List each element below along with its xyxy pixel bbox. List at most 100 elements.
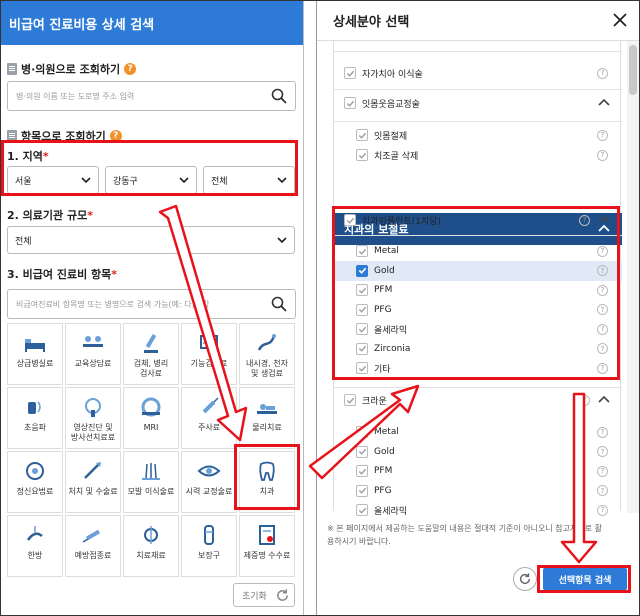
help-icon[interactable]: ? [597,304,608,315]
region-district-select[interactable]: 강동구 [105,166,197,194]
checkbox[interactable] [344,394,356,406]
required-mark: * [87,209,93,222]
hospital-search-input[interactable]: 병·의원 이름 또는 도로명 주소 입력 [7,81,296,111]
category-label: 상급병실료 [16,359,54,368]
list-item-crown[interactable]: 올세라믹? [334,500,622,520]
help-icon[interactable]: ? [597,245,608,257]
reset-button[interactable]: 초기화 [233,583,295,607]
help-icon[interactable]: ? [597,504,608,516]
treatment-search-input[interactable]: 비급여진료비 항목명 또는 병명으로 검색 가능(예: 다)도감 [7,289,296,319]
category-function-test[interactable]: 기능검사료 [181,323,237,385]
list-item-implant[interactable]: Zirconia? [334,339,622,359]
help-icon[interactable]: ? [597,343,608,354]
help-icon[interactable]: ? [597,426,608,438]
checkbox[interactable] [356,323,368,335]
category-hair[interactable]: 모발 이식술료 [123,451,179,513]
help-icon[interactable]: ? [597,265,608,276]
list-item-crown[interactable]: PFG? [334,481,622,501]
help-icon[interactable]: ? [597,362,608,374]
category-label: 정신요법료 [16,487,54,496]
category-surgery[interactable]: 처치 및 수술료 [65,451,121,513]
category-injection[interactable]: 주사료 [181,387,237,449]
scrollbar-thumb[interactable] [629,45,637,95]
help-icon[interactable]: ? [597,323,608,335]
close-icon[interactable] [611,11,629,29]
category-radiology[interactable]: 영상진단 및 방사선치료료 [65,387,121,449]
checkbox[interactable] [356,484,368,497]
region-dong-select[interactable]: 전체 [203,166,295,194]
help-icon[interactable]: ? [597,129,608,141]
list-item-label: 잇몸절제 [374,131,408,142]
checkbox[interactable] [356,303,368,316]
category-brace[interactable]: 보장구 [181,515,237,577]
chevron-up-icon[interactable] [598,97,610,109]
chevron-up-icon[interactable] [598,394,610,406]
help-icon[interactable]: ? [109,130,122,142]
category-brain[interactable]: 정신요법료 [7,451,63,513]
category-material[interactable]: 치료재료 [123,515,179,577]
help-icon[interactable]: ? [579,394,590,406]
category-endoscope[interactable]: 내시경, 천자 및 생검료 [239,323,295,385]
scrollbar[interactable] [627,41,639,513]
group-crown[interactable]: 크라운? [334,390,622,410]
list-item-implant[interactable]: PFG? [334,300,622,320]
list-item-crown[interactable]: Gold? [334,442,622,462]
list-item-crown[interactable]: Metal? [334,422,622,442]
category-vaccine[interactable]: 예방접종료 [65,515,121,577]
help-icon[interactable]: ? [597,465,608,477]
help-icon[interactable]: ? [597,446,608,457]
checkbox[interactable] [356,465,368,477]
checkbox[interactable] [356,426,368,438]
checkbox[interactable] [356,342,368,355]
list-item-implant[interactable]: Gold? [334,260,622,281]
category-consult[interactable]: 교육상담료 [65,323,121,385]
list-item-gum-resection[interactable]: 잇몸절제? [334,125,622,145]
region-city-value: 서울 [15,176,32,187]
chevron-up-icon[interactable] [598,214,610,226]
list-item-implant[interactable]: Metal? [334,241,622,261]
help-icon[interactable]: ? [579,214,590,226]
search-selected-button[interactable]: 선택항목 검색 [543,568,627,590]
checkbox[interactable] [344,67,356,79]
checkbox[interactable] [356,362,368,374]
help-icon[interactable]: ? [124,63,137,75]
checkbox[interactable] [356,149,368,161]
radiology-icon [85,398,101,417]
list-item-auto-tooth-transplant[interactable]: 자가치아 이식술? [334,63,622,83]
brace-icon [204,525,214,545]
refresh-button[interactable] [513,567,537,591]
category-certificate[interactable]: 제증명 수수료 [239,515,295,577]
group-gum-smile-correction[interactable]: 잇몸웃음교정술 [334,93,622,113]
category-physio[interactable]: 물리치료 [239,387,295,449]
category-tooth[interactable]: 치과 [239,451,295,513]
checkbox[interactable] [356,445,368,458]
help-icon[interactable]: ? [597,284,608,296]
category-mri[interactable]: MRI [123,387,179,449]
size-value: 전체 [15,236,32,247]
list-item-alveolar-bone-removal[interactable]: 치조골 삭제? [334,145,622,165]
search-icon[interactable] [271,296,287,312]
help-icon[interactable]: ? [597,485,608,496]
category-bed[interactable]: 상급병실료 [7,323,63,385]
checkbox[interactable] [356,504,368,516]
category-ultrasound[interactable]: 초음파 [7,387,63,449]
checkbox[interactable] [356,284,368,296]
checkbox[interactable] [356,245,368,257]
list-item-implant[interactable]: 올세라믹? [334,319,622,339]
checkbox[interactable] [356,264,368,277]
checkbox[interactable] [344,214,356,226]
group-dental-implant[interactable]: 치과임플란트(1치당)? [334,210,622,230]
help-icon[interactable]: ? [597,67,608,79]
category-lab[interactable]: 검체, 병리 검사료 [123,323,179,385]
list-item-crown[interactable]: PFM? [334,461,622,481]
checkbox[interactable] [356,129,368,141]
list-item-implant[interactable]: PFM? [334,280,622,300]
search-icon[interactable] [271,88,287,104]
list-item-implant[interactable]: 기타? [334,358,622,378]
region-city-select[interactable]: 서울 [7,166,99,194]
size-select[interactable]: 전체 [7,226,295,254]
category-eye[interactable]: 시력 교정술료 [181,451,237,513]
checkbox[interactable] [344,97,356,109]
category-acupuncture[interactable]: 한방 [7,515,63,577]
help-icon[interactable]: ? [597,149,608,161]
